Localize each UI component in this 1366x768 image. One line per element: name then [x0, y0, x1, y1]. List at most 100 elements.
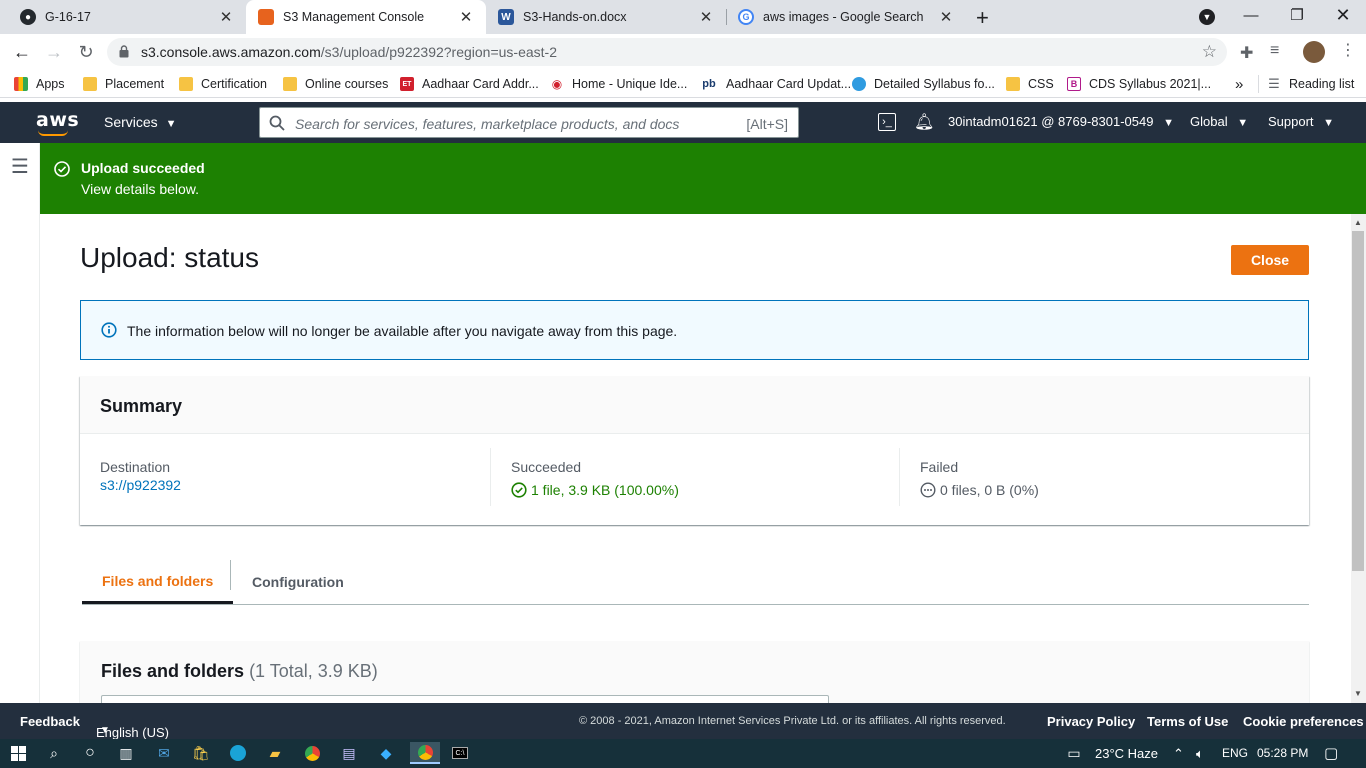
- windows-start-icon[interactable]: [6, 742, 30, 764]
- scroll-up-icon[interactable]: ▲: [1354, 218, 1362, 227]
- tray-chevron-icon[interactable]: ⌃: [1173, 746, 1184, 762]
- aws-s3-icon: [258, 9, 274, 25]
- notifications-bell-icon[interactable]: 🔔︎: [914, 112, 934, 132]
- browser-tab-github[interactable]: ● G-16-17 ✕: [8, 0, 246, 34]
- media-control-icon[interactable]: ≡: [1270, 42, 1279, 60]
- extensions-icon[interactable]: ✚: [1240, 43, 1253, 63]
- bookmark-syllabus[interactable]: Detailed Syllabus fo...: [852, 75, 995, 93]
- aws-global-nav: aws Services ▼ Search for services, feat…: [0, 102, 1366, 143]
- task-view-icon[interactable]: ▥: [114, 742, 138, 764]
- browser-tab-google[interactable]: G aws images - Google Search ✕: [726, 0, 966, 34]
- et-icon: ET: [400, 77, 414, 91]
- services-menu[interactable]: Services ▼: [104, 114, 176, 130]
- bookmark-cds-syllabus[interactable]: B CDS Syllabus 2021|...: [1067, 75, 1211, 93]
- file-explorer-icon[interactable]: ▰: [263, 742, 287, 764]
- store-icon[interactable]: 🛍︎: [189, 742, 213, 764]
- terms-of-use-link[interactable]: Terms of Use: [1147, 714, 1228, 729]
- reload-icon[interactable]: ↻: [74, 40, 98, 64]
- weather-text[interactable]: 23°C Haze: [1095, 746, 1158, 761]
- reading-list-label: Reading list: [1289, 77, 1355, 91]
- bookmark-label: Detailed Syllabus fo...: [874, 77, 995, 91]
- aws-search-input[interactable]: Search for services, features, marketpla…: [259, 107, 799, 138]
- restore-icon[interactable]: ❐: [1274, 0, 1320, 30]
- back-icon[interactable]: ←: [10, 40, 34, 64]
- tab-files-and-folders[interactable]: Files and folders: [82, 560, 234, 604]
- forward-icon[interactable]: →: [42, 40, 66, 64]
- bookmark-css[interactable]: CSS: [1006, 75, 1054, 93]
- browser-tab-s3[interactable]: S3 Management Console ✕: [246, 0, 486, 34]
- bookmark-aadhaar-addr[interactable]: ET Aadhaar Card Addr...: [400, 75, 539, 93]
- cookie-preferences-link[interactable]: Cookie preferences: [1243, 714, 1364, 729]
- hamburger-menu-icon[interactable]: ☰: [11, 154, 29, 179]
- reading-list-button[interactable]: ☰ Reading list: [1258, 75, 1354, 93]
- succeeded-status: 1 file, 3.9 KB (100.00%): [511, 482, 679, 498]
- info-text: The information below will no longer be …: [127, 323, 678, 339]
- weather-icon[interactable]: ▭: [1062, 742, 1086, 764]
- terminal-icon[interactable]: C:\: [452, 747, 468, 759]
- mail-icon[interactable]: ✉: [152, 742, 176, 764]
- bookmark-star-icon[interactable]: ☆: [1202, 42, 1217, 62]
- bookmark-label: Aadhaar Card Updat...: [726, 77, 852, 91]
- tab-configuration[interactable]: Configuration: [232, 560, 364, 604]
- bookmark-placement[interactable]: Placement: [83, 75, 164, 93]
- info-alert: The information below will no longer be …: [80, 300, 1309, 360]
- chrome-active-icon[interactable]: [410, 742, 440, 764]
- byjus-icon: B: [1067, 77, 1081, 91]
- caret-down-icon: ▼: [100, 725, 110, 736]
- close-button[interactable]: Close: [1231, 245, 1309, 275]
- url-host: s3.console.aws.amazon.com: [141, 44, 321, 60]
- tab-title: S3-Hands-on.docx: [523, 10, 627, 24]
- account-menu[interactable]: 30intadm01621 @ 8769-8301-0549 ▼: [948, 114, 1174, 129]
- bookmark-aadhaar-update[interactable]: pb Aadhaar Card Updat...: [700, 75, 851, 93]
- page-title: Upload: status: [80, 242, 259, 273]
- bookmark-label: Home - Unique Ide...: [572, 77, 688, 91]
- address-bar[interactable]: s3.console.aws.amazon.com/s3/upload/p922…: [107, 38, 1227, 66]
- browser-menu-icon[interactable]: ⋮: [1340, 40, 1356, 60]
- minimize-icon[interactable]: —: [1228, 0, 1274, 30]
- close-tab-icon[interactable]: ✕: [938, 8, 954, 26]
- scrollbar-thumb[interactable]: [1352, 231, 1364, 571]
- search-icon[interactable]: ⌕: [42, 742, 66, 764]
- more-bookmarks-button[interactable]: »: [1235, 75, 1243, 93]
- cortana-icon[interactable]: ○: [78, 742, 102, 764]
- bookmark-apps[interactable]: Apps: [14, 75, 65, 93]
- info-icon: [101, 322, 117, 338]
- app-icon-2[interactable]: ◆: [374, 742, 398, 764]
- profile-avatar[interactable]: [1303, 41, 1325, 63]
- app-icon[interactable]: ▤: [337, 742, 361, 764]
- clock[interactable]: 05:28 PM: [1257, 746, 1308, 760]
- content-tabs: Files and folders Configuration: [82, 560, 1309, 605]
- close-tab-icon[interactable]: ✕: [458, 8, 474, 26]
- input-language[interactable]: ENG: [1222, 746, 1248, 760]
- region-menu[interactable]: Global ▼: [1190, 114, 1248, 129]
- close-tab-icon[interactable]: ✕: [698, 8, 714, 26]
- scroll-down-icon[interactable]: ▼: [1354, 689, 1362, 698]
- destination-link[interactable]: s3://p922392: [100, 477, 181, 493]
- bookmark-label: Aadhaar Card Addr...: [422, 77, 539, 91]
- browser-tab-word[interactable]: W S3-Hands-on.docx ✕: [486, 0, 726, 34]
- failed-label: Failed: [920, 459, 959, 475]
- bookmark-certification[interactable]: Certification: [179, 75, 267, 93]
- support-menu[interactable]: Support ▼: [1268, 114, 1334, 129]
- services-label: Services: [104, 114, 158, 130]
- bookmark-uidai-home[interactable]: ◉ Home - Unique Ide...: [550, 75, 687, 93]
- caret-down-icon: ▼: [1163, 117, 1174, 129]
- privacy-policy-link[interactable]: Privacy Policy: [1047, 714, 1135, 729]
- chrome-icon[interactable]: [304, 745, 320, 761]
- feedback-link[interactable]: Feedback: [20, 714, 80, 729]
- bookmarks-bar: Apps Placement Certification Online cour…: [0, 70, 1366, 98]
- new-tab-button[interactable]: +: [976, 5, 989, 31]
- edge-icon[interactable]: [230, 745, 246, 761]
- tab-label: Configuration: [252, 574, 344, 590]
- files-heading-text: Files and folders: [101, 661, 245, 681]
- notifications-icon[interactable]: ▢: [1324, 744, 1338, 762]
- bookmark-online-courses[interactable]: Online courses: [283, 75, 388, 93]
- aws-logo[interactable]: aws: [36, 109, 79, 131]
- tab-search-icon[interactable]: ▼: [1199, 9, 1215, 25]
- close-window-icon[interactable]: ✕: [1320, 0, 1366, 30]
- url-text: s3.console.aws.amazon.com/s3/upload/p922…: [141, 44, 557, 60]
- tab-title: S3 Management Console: [283, 10, 425, 24]
- cloudshell-icon[interactable]: ›_: [878, 113, 896, 131]
- close-tab-icon[interactable]: ✕: [218, 8, 234, 26]
- volume-icon[interactable]: 🔈︎: [1196, 746, 1204, 762]
